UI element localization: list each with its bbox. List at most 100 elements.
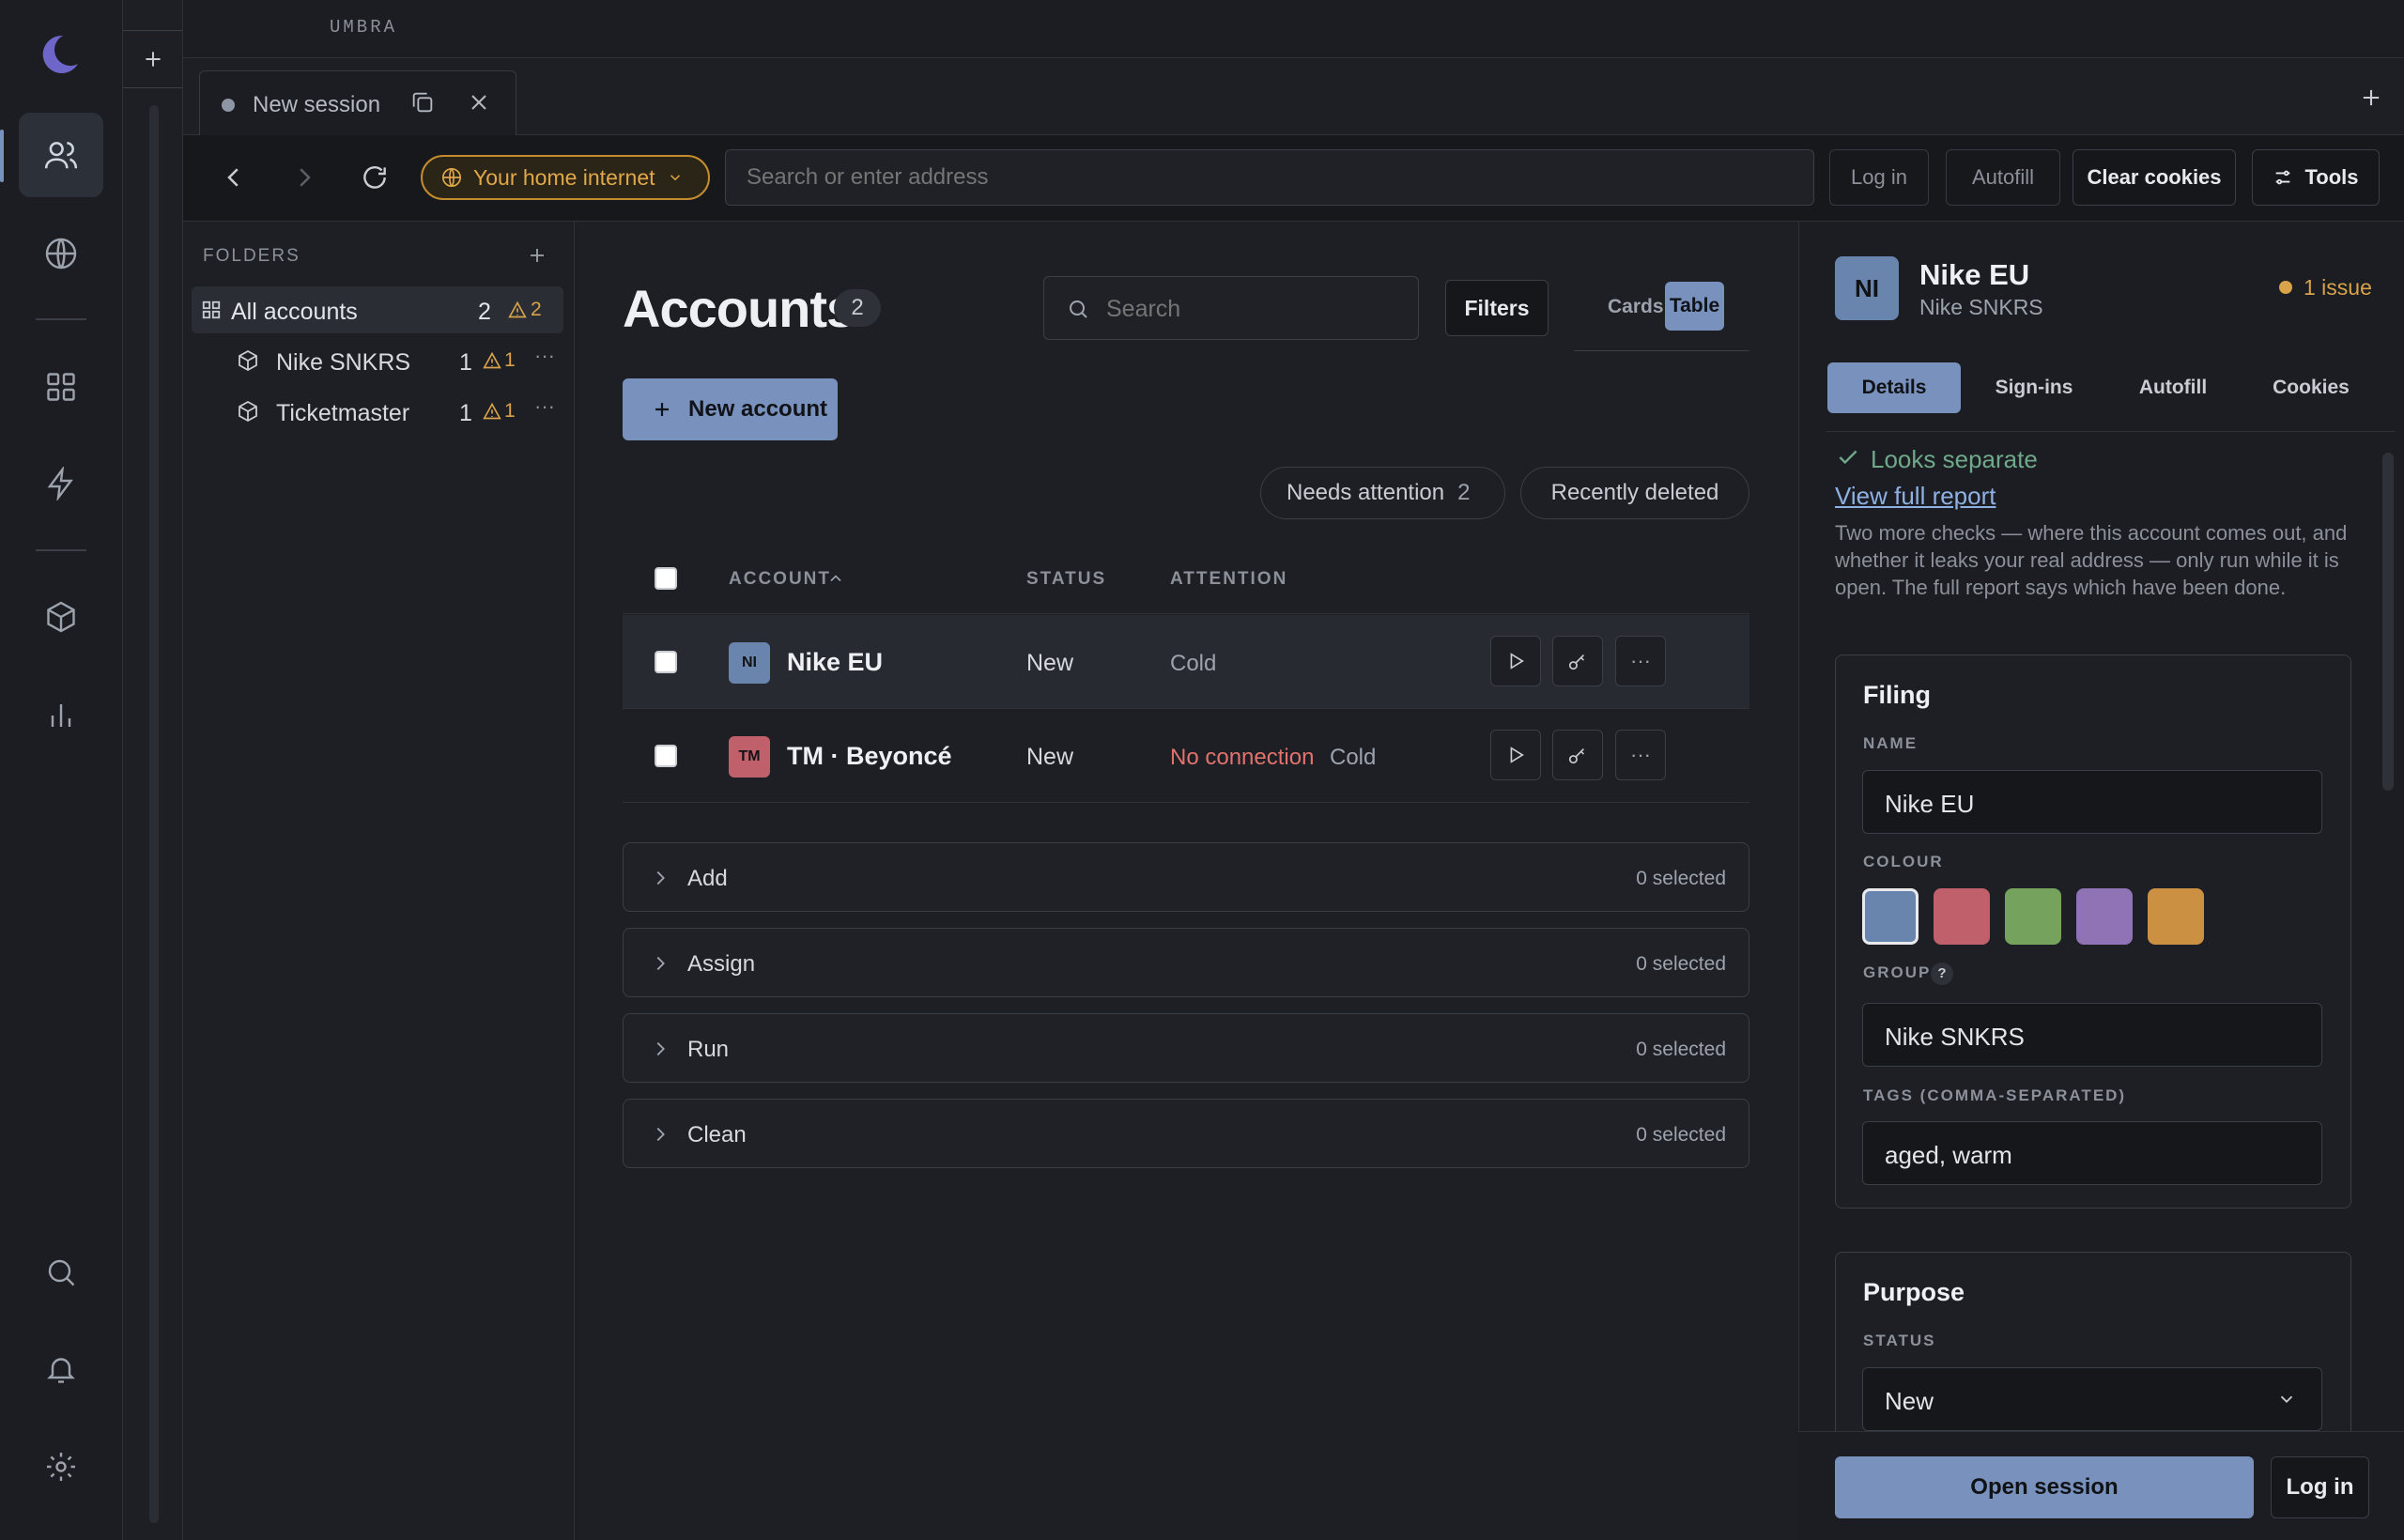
folder-all-accounts[interactable]: All accounts 2 2: [192, 286, 563, 333]
tags-field[interactable]: aged, warm: [1862, 1121, 2322, 1185]
address-input[interactable]: [725, 149, 1814, 206]
chevron-right-icon: [656, 956, 665, 971]
settings-nav-button[interactable]: [19, 1424, 103, 1509]
run-button[interactable]: [1490, 730, 1541, 780]
login-button[interactable]: Log in: [2271, 1456, 2369, 1518]
table-row[interactable]: TM TM · Beyoncé New No connection Cold ·…: [623, 709, 1749, 803]
key-button[interactable]: [1552, 730, 1603, 780]
accounts-search-input[interactable]: [1106, 290, 1397, 328]
network-label: Your home internet: [473, 164, 655, 190]
tab-cookies[interactable]: Cookies: [2245, 362, 2377, 413]
folder-menu-button[interactable]: ···: [534, 344, 555, 368]
bulk-clean-section[interactable]: Clean 0 selected: [623, 1099, 1749, 1168]
packages-nav-button[interactable]: [19, 575, 103, 659]
colour-swatch-green[interactable]: [2005, 888, 2061, 945]
forward-button[interactable]: [290, 163, 318, 192]
row-checkbox[interactable]: [655, 651, 677, 673]
top-bar: UMBRA: [183, 0, 2404, 58]
gear-icon: [47, 1453, 75, 1481]
column-attention[interactable]: ATTENTION: [1170, 569, 1287, 590]
table-header: ACCOUNT STATUS ATTENTION: [623, 543, 1749, 614]
network-selector[interactable]: Your home internet: [421, 155, 710, 200]
session-tab[interactable]: New session: [199, 70, 516, 136]
rail-divider: [36, 549, 86, 551]
folders-panel: FOLDERS All accounts 2 2 Nike SNKRS 1 1 …: [183, 222, 575, 1540]
account-name[interactable]: TM · Beyoncé: [787, 742, 952, 771]
network-nav-button[interactable]: [19, 211, 103, 296]
add-folder-button[interactable]: [526, 244, 548, 267]
colour-swatch-red[interactable]: [1934, 888, 1990, 945]
bulk-assign-section[interactable]: Assign 0 selected: [623, 928, 1749, 997]
filters-button[interactable]: Filters: [1445, 280, 1549, 336]
column-account[interactable]: ACCOUNT: [729, 569, 831, 590]
row-menu-button[interactable]: ···: [1615, 730, 1666, 780]
new-account-label: New account: [688, 396, 828, 422]
colour-label: COLOUR: [1863, 853, 1944, 870]
page-title: Accounts: [623, 279, 855, 338]
plus-icon: [655, 403, 669, 416]
colour-swatch-purple[interactable]: [2076, 888, 2133, 945]
tab-sign-ins[interactable]: Sign-ins: [1968, 362, 2100, 413]
bulk-add-section[interactable]: Add 0 selected: [623, 842, 1749, 912]
view-full-report-link[interactable]: View full report: [1835, 482, 1996, 511]
search-icon: [1070, 300, 1087, 318]
name-field[interactable]: Nike EU: [1862, 770, 2322, 834]
rail-divider: [36, 318, 86, 320]
cards-view-button[interactable]: Cards: [1608, 296, 1664, 318]
folder-label: All accounts: [231, 299, 358, 325]
accounts-nav-button[interactable]: [19, 113, 103, 197]
users-icon: [44, 142, 78, 169]
automation-nav-button[interactable]: [19, 441, 103, 526]
key-button[interactable]: [1552, 636, 1603, 686]
close-tab-button[interactable]: [466, 89, 492, 116]
login-toolbar-button[interactable]: Log in: [1829, 149, 1929, 206]
status-value: New: [1885, 1387, 1934, 1415]
tags-label: TAGS (COMMA-SEPARATED): [1863, 1086, 2127, 1104]
reload-button[interactable]: [360, 162, 390, 192]
notifications-nav-button[interactable]: [19, 1327, 103, 1411]
back-button[interactable]: [220, 163, 248, 192]
group-help-icon[interactable]: ?: [1931, 962, 1953, 985]
column-status[interactable]: STATUS: [1026, 569, 1106, 590]
box-icon: [239, 400, 257, 423]
select-all-checkbox[interactable]: [655, 567, 677, 590]
row-menu-button[interactable]: ···: [1615, 636, 1666, 686]
recently-deleted-filter[interactable]: Recently deleted: [1520, 467, 1749, 519]
section-selected-count: 0 selected: [1636, 953, 1726, 975]
needs-attention-filter[interactable]: Needs attention 2: [1260, 467, 1505, 519]
folder-item-nike-snkrs[interactable]: Nike SNKRS 1 1 ···: [192, 336, 563, 385]
duplicate-tab-button[interactable]: [409, 89, 436, 116]
issue-badge[interactable]: 1 issue: [2304, 275, 2372, 300]
open-session-button[interactable]: Open session: [1835, 1456, 2254, 1518]
new-account-button[interactable]: New account: [623, 378, 838, 440]
table-view-button[interactable]: Table: [1665, 282, 1724, 331]
account-name[interactable]: Nike EU: [787, 648, 883, 677]
row-checkbox[interactable]: [655, 745, 677, 767]
apps-nav-button[interactable]: [19, 345, 103, 429]
strip-scrollbar[interactable]: [149, 105, 159, 1523]
accounts-search[interactable]: [1043, 276, 1419, 340]
clear-cookies-button[interactable]: Clear cookies: [2073, 149, 2236, 206]
needs-attention-count: 2: [1457, 480, 1471, 505]
add-session-button[interactable]: [123, 30, 182, 88]
colour-swatch-orange[interactable]: [2148, 888, 2204, 945]
new-tab-button[interactable]: [2358, 85, 2384, 111]
status-select[interactable]: New: [1862, 1367, 2322, 1431]
tab-details[interactable]: Details: [1827, 362, 1961, 413]
table-row[interactable]: NI Nike EU New Cold ···: [623, 615, 1749, 709]
tools-button[interactable]: Tools: [2252, 149, 2380, 206]
folder-menu-button[interactable]: ···: [534, 394, 555, 419]
sliders-icon: [2276, 170, 2290, 185]
autofill-toolbar-button[interactable]: Autofill: [1946, 149, 2060, 206]
brand-label: UMBRA: [330, 17, 398, 38]
group-field[interactable]: Nike SNKRS: [1862, 1003, 2322, 1067]
bulk-run-section[interactable]: Run 0 selected: [623, 1013, 1749, 1083]
run-button[interactable]: [1490, 636, 1541, 686]
folder-item-ticketmaster[interactable]: Ticketmaster 1 1 ···: [192, 387, 563, 436]
detail-scrollbar[interactable]: [2382, 453, 2394, 791]
search-nav-button[interactable]: [19, 1230, 103, 1315]
plus-icon: [531, 249, 544, 262]
stats-nav-button[interactable]: [19, 673, 103, 758]
tab-autofill[interactable]: Autofill: [2107, 362, 2239, 413]
colour-swatch-blue[interactable]: [1862, 888, 1919, 945]
